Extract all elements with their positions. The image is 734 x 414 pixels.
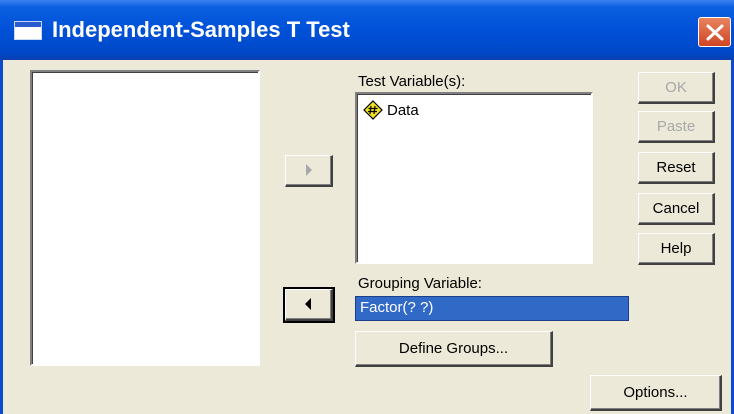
move-to-test-variables-button[interactable] — [285, 155, 333, 187]
window-title: Independent-Samples T Test — [52, 17, 350, 42]
window-icon — [14, 21, 42, 40]
right-arrow-icon — [306, 164, 312, 176]
variable-name: Data — [387, 101, 419, 119]
list-item[interactable]: Data — [363, 100, 419, 120]
independent-samples-t-test-dialog: Independent-Samples T Test Test Variable… — [0, 0, 734, 414]
ok-button[interactable]: OK — [638, 72, 715, 104]
options-button[interactable]: Options... — [590, 375, 722, 411]
move-grouping-variable-button[interactable] — [283, 287, 335, 323]
test-variables-label: Test Variable(s): — [358, 73, 466, 90]
help-button[interactable]: Help — [638, 233, 715, 265]
cancel-button[interactable]: Cancel — [638, 193, 715, 225]
scale-variable-icon — [363, 100, 383, 120]
close-icon — [706, 24, 724, 41]
left-arrow-icon — [305, 298, 311, 310]
close-button[interactable] — [698, 17, 731, 47]
title-bar[interactable]: Independent-Samples T Test — [0, 0, 734, 60]
grouping-variable-field[interactable]: Factor(? ?) — [355, 296, 629, 321]
window-frame-left — [0, 60, 3, 414]
reset-button[interactable]: Reset — [638, 152, 715, 184]
define-groups-button[interactable]: Define Groups... — [355, 331, 553, 367]
source-variable-list[interactable] — [30, 70, 260, 366]
grouping-variable-label: Grouping Variable: — [358, 275, 482, 292]
test-variables-list[interactable]: Data — [355, 92, 593, 264]
paste-button[interactable]: Paste — [638, 111, 715, 143]
